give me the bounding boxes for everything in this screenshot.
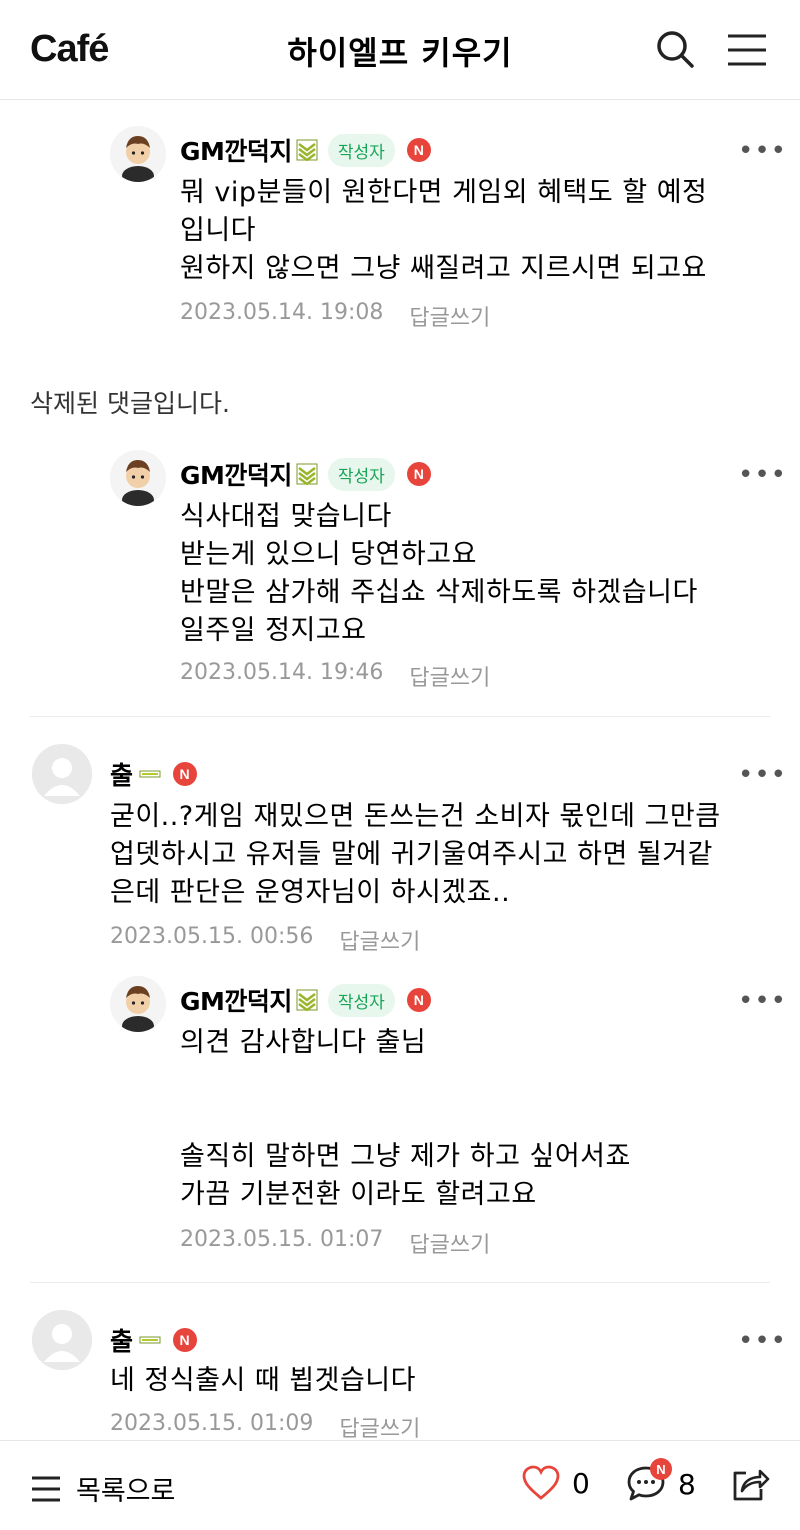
- comment-author-row: GM깐덕지 작성자 N: [180, 456, 431, 492]
- gm-profile-image: [110, 450, 166, 506]
- comment-divider: [30, 1282, 770, 1283]
- gm-profile-image: [110, 976, 166, 1032]
- new-badge: N: [172, 762, 197, 786]
- comment-date: 2023.05.15. 01:07: [180, 1227, 384, 1252]
- hamburger-menu-icon: [728, 34, 766, 66]
- rank-icon: [296, 139, 318, 161]
- more-options-button[interactable]: •••: [738, 762, 787, 788]
- comment-nickname[interactable]: GM깐덕지: [180, 456, 292, 492]
- comment-meta: 2023.05.15. 01:07 답글쓰기: [180, 1227, 490, 1259]
- bottom-action-bar: 목록으로 0 8: [0, 1440, 800, 1530]
- list-icon: [32, 1476, 60, 1501]
- new-badge: N: [172, 1328, 197, 1352]
- like-count: 0: [572, 1466, 590, 1500]
- reply-button[interactable]: 답글쓰기: [409, 300, 490, 332]
- comment-author-row: GM깐덕지 작성자 N: [180, 982, 431, 1018]
- comment-date: 2023.05.14. 19:46: [180, 660, 384, 685]
- author-avatar[interactable]: [110, 126, 166, 182]
- more-options-button[interactable]: •••: [738, 138, 787, 164]
- default-profile-icon: [32, 744, 92, 804]
- comment-author-row: 출 N: [110, 756, 197, 792]
- comment-text: 식사대접 맞습니다 받는게 있으니 당연하고요 반말은 삼가해 주십쇼 삭제하도…: [180, 501, 698, 646]
- comment-meta: 2023.05.15. 00:56 답글쓰기: [110, 924, 420, 956]
- search-button[interactable]: [654, 28, 698, 72]
- comment-date: 2023.05.15. 01:09: [110, 1411, 314, 1436]
- comment-nickname[interactable]: 출: [110, 1322, 133, 1358]
- comment-author-row: GM깐덕지 작성자 N: [180, 132, 431, 168]
- search-icon: [657, 31, 694, 68]
- reply-button[interactable]: 답글쓰기: [339, 1411, 420, 1443]
- comment-text: 네 정식출시 때 뵙겟습니다: [110, 1365, 416, 1396]
- comment-author-row: 출 N: [110, 1322, 197, 1358]
- author-avatar[interactable]: [32, 1310, 92, 1370]
- more-options-button[interactable]: •••: [738, 1328, 787, 1354]
- reply-button[interactable]: 답글쓰기: [409, 1227, 490, 1259]
- comment-nickname[interactable]: GM깐덕지: [180, 982, 292, 1018]
- like-button[interactable]: 0: [522, 1465, 590, 1501]
- comment-divider: [30, 716, 770, 717]
- comment-meta: 2023.05.14. 19:46 답글쓰기: [180, 660, 490, 692]
- share-button[interactable]: [730, 1465, 770, 1507]
- rank-icon: [139, 1336, 161, 1344]
- comment-count: 8: [678, 1467, 696, 1501]
- reply-button[interactable]: 답글쓰기: [339, 924, 420, 956]
- default-profile-icon: [32, 1310, 92, 1370]
- menu-button[interactable]: [724, 30, 768, 70]
- new-badge: N: [406, 138, 431, 162]
- comment-text: 굳이..?게임 재밌으면 돈쓰는건 소비자 몫인데 그만큼 업뎃하시고 유저들 …: [110, 801, 721, 908]
- back-to-list-label: 목록으로: [76, 1476, 176, 1507]
- comment-date: 2023.05.15. 00:56: [110, 924, 314, 949]
- rank-icon: [139, 770, 161, 778]
- author-avatar[interactable]: [32, 744, 92, 804]
- writer-badge: 작성자: [327, 133, 395, 167]
- comment-text: 뭐 vip분들이 원한다면 게임외 혜택도 할 예정 입니다 원하지 않으면 그…: [180, 177, 708, 284]
- comment-date: 2023.05.14. 19:08: [180, 300, 384, 325]
- new-badge: N: [406, 988, 431, 1012]
- new-badge: N: [406, 462, 431, 486]
- author-avatar[interactable]: [110, 450, 166, 506]
- heart-icon: [522, 1465, 560, 1500]
- gm-profile-image: [110, 126, 166, 182]
- writer-badge: 작성자: [327, 983, 395, 1017]
- reply-button[interactable]: 답글쓰기: [409, 660, 490, 692]
- writer-badge: 작성자: [327, 457, 395, 491]
- app-header: Café 하이엘프 키우기: [0, 0, 800, 100]
- comment-text: 의견 감사합니다 출님 솔직히 말하면 그냥 제가 하고 싶어서죠 가끔 기분전…: [180, 1027, 631, 1210]
- rank-icon: [296, 989, 318, 1011]
- more-options-button[interactable]: •••: [738, 988, 787, 1014]
- deleted-comment-notice: 삭제된 댓글입니다.: [30, 389, 230, 418]
- comment-nickname[interactable]: GM깐덕지: [180, 132, 292, 168]
- comment-meta: 2023.05.15. 01:09 답글쓰기: [110, 1411, 420, 1443]
- author-avatar[interactable]: [110, 976, 166, 1032]
- comment-meta: 2023.05.14. 19:08 답글쓰기: [180, 300, 490, 332]
- back-to-list-button[interactable]: 목록으로: [30, 1469, 175, 1508]
- rank-icon: [296, 463, 318, 485]
- share-icon: [733, 1469, 770, 1501]
- more-options-button[interactable]: •••: [738, 462, 787, 488]
- comment-nickname[interactable]: 출: [110, 756, 133, 792]
- new-comment-badge: N: [650, 1458, 672, 1480]
